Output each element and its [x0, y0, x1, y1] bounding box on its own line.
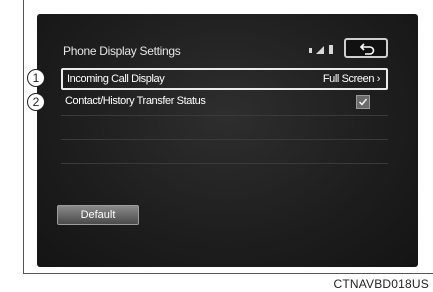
contact-history-transfer-row[interactable]: Contact/History Transfer Status [61, 92, 388, 114]
list-divider [61, 163, 388, 164]
default-button[interactable]: Default [57, 205, 139, 225]
setting-value: Full Screen › [322, 73, 381, 85]
transfer-status-checkbox[interactable] [356, 95, 370, 109]
callout-1: 1 [27, 69, 45, 87]
battery-icon [329, 45, 333, 54]
setting-label: Incoming Call Display [67, 73, 165, 85]
callout-2: 2 [27, 93, 45, 111]
signal-icon [316, 46, 324, 54]
list-divider [61, 115, 388, 116]
checkmark-icon [358, 98, 368, 106]
page-title: Phone Display Settings [63, 44, 181, 58]
return-arrow-icon [359, 43, 375, 55]
setting-label: Contact/History Transfer Status [65, 95, 206, 107]
incoming-call-display-row[interactable]: Incoming Call Display Full Screen › [61, 68, 388, 90]
head-unit-screen: Phone Display Settings Incoming Call Dis… [37, 14, 418, 267]
list-divider [61, 139, 388, 140]
back-button[interactable] [344, 38, 388, 58]
figure-caption: CTNAVBD018US [333, 277, 429, 291]
bluetooth-icon [309, 48, 312, 53]
